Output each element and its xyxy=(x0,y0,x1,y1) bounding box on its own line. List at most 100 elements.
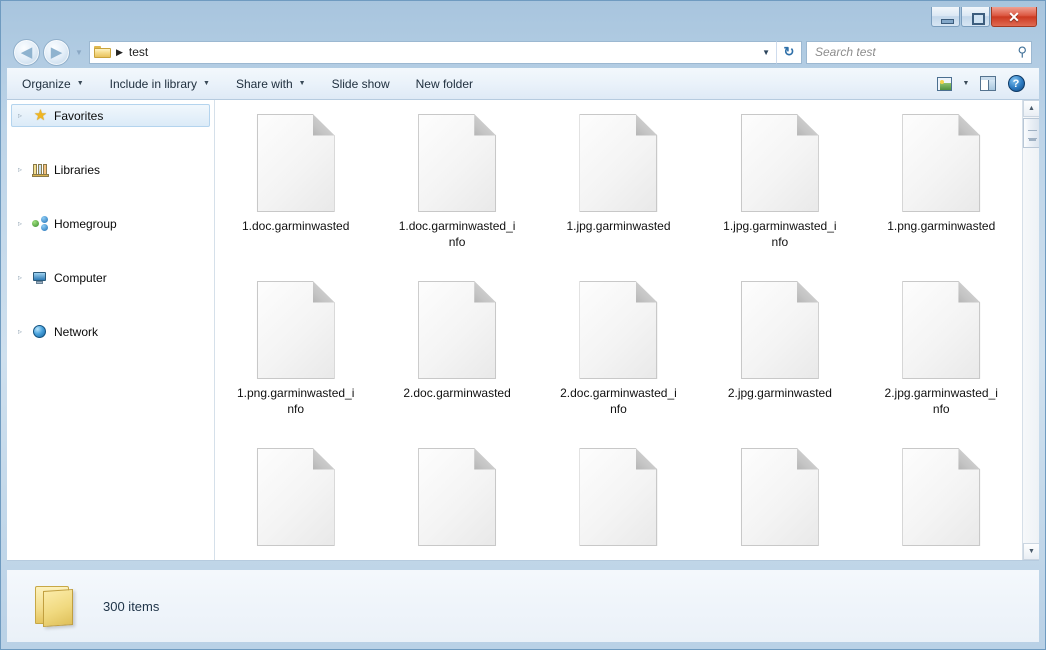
help-icon: ? xyxy=(1008,75,1025,92)
file-name-label: 1.doc.garminwasted xyxy=(237,218,355,234)
file-item[interactable]: 2.doc.garminwasted_info xyxy=(538,281,699,448)
forward-button[interactable]: ▶ xyxy=(43,39,70,66)
file-item[interactable] xyxy=(376,448,537,560)
scrollbar-thumb[interactable] xyxy=(1023,118,1039,148)
document-icon xyxy=(902,114,980,212)
document-icon xyxy=(418,281,496,379)
file-item[interactable]: 1.doc.garminwasted xyxy=(215,114,376,281)
toolbar-right-group: ▼ ? xyxy=(931,73,1039,95)
breadcrumb-separator-icon[interactable]: ▶ xyxy=(116,48,123,57)
file-name-label: 2.doc.garminwasted xyxy=(398,385,516,401)
sidebar-item-favorites[interactable]: ▹ ★ Favorites xyxy=(11,104,210,127)
help-button[interactable]: ? xyxy=(1003,73,1029,95)
document-icon xyxy=(741,114,819,212)
main-body: ▹ ★ Favorites ▹ Libraries ▹ Homegr xyxy=(7,100,1039,561)
toolbar-include-in-library-button[interactable]: Include in library ▼ xyxy=(99,72,221,96)
status-bar: 300 items xyxy=(7,570,1039,642)
title-bar: ✕ xyxy=(7,6,1039,34)
address-bar-row: ◀ ▶ ▼ ▶ test ▼ ↻ Search test ⚲ xyxy=(7,36,1039,68)
document-icon xyxy=(257,281,335,379)
file-item[interactable]: 2.jpg.garminwasted_info xyxy=(861,281,1022,448)
back-arrow-icon: ◀ xyxy=(14,40,39,65)
document-icon xyxy=(741,281,819,379)
chevron-down-icon[interactable]: ▼ xyxy=(762,42,770,63)
toolbar-new-folder-button[interactable]: New folder xyxy=(405,72,484,96)
file-item[interactable] xyxy=(699,448,860,560)
chevron-right-icon[interactable]: ▹ xyxy=(18,111,27,120)
chevron-down-icon: ▼ xyxy=(299,80,306,87)
file-name-label: 2.jpg.garminwasted xyxy=(721,385,839,401)
file-item[interactable]: 1.doc.garminwasted_info xyxy=(376,114,537,281)
search-box[interactable]: Search test ⚲ xyxy=(806,41,1032,64)
document-icon xyxy=(257,448,335,546)
toolbar-organize-button[interactable]: Organize ▼ xyxy=(11,72,95,96)
folder-icon xyxy=(94,45,111,59)
document-icon xyxy=(257,114,335,212)
computer-icon xyxy=(32,270,49,285)
chevron-right-icon[interactable]: ▹ xyxy=(18,273,27,282)
file-name-label: 1.jpg.garminwasted xyxy=(559,218,677,234)
file-item[interactable]: 1.jpg.garminwasted xyxy=(538,114,699,281)
forward-arrow-icon: ▶ xyxy=(44,40,69,65)
back-button[interactable]: ◀ xyxy=(13,39,40,66)
sidebar-item-label: Homegroup xyxy=(54,217,117,231)
vertical-scrollbar[interactable]: ▲ ▼ xyxy=(1022,100,1039,560)
search-input[interactable]: Search test xyxy=(815,45,1017,59)
item-count-label: 300 items xyxy=(103,599,159,614)
file-item[interactable]: 2.doc.garminwasted xyxy=(376,281,537,448)
star-icon: ★ xyxy=(32,108,49,123)
close-button[interactable]: ✕ xyxy=(991,7,1037,27)
sidebar-item-computer[interactable]: ▹ Computer xyxy=(11,266,210,289)
sidebar-item-label: Computer xyxy=(54,271,107,285)
change-view-dropdown[interactable]: ▼ xyxy=(959,73,973,95)
document-icon xyxy=(418,448,496,546)
breadcrumb-path[interactable]: test xyxy=(129,45,148,59)
change-view-icon xyxy=(937,77,952,91)
file-item[interactable]: 1.jpg.garminwasted_info xyxy=(699,114,860,281)
file-item[interactable]: 1.png.garminwasted_info xyxy=(215,281,376,448)
homegroup-icon xyxy=(32,216,49,231)
file-item[interactable] xyxy=(538,448,699,560)
search-icon: ⚲ xyxy=(1017,44,1027,60)
libraries-icon xyxy=(32,162,49,177)
chevron-right-icon[interactable]: ▹ xyxy=(18,219,27,228)
sidebar-item-label: Favorites xyxy=(54,109,103,123)
sidebar-item-network[interactable]: ▹ Network xyxy=(11,320,210,343)
chevron-right-icon[interactable]: ▹ xyxy=(18,165,27,174)
toolbar-item-label: Organize xyxy=(22,77,71,91)
document-icon xyxy=(579,114,657,212)
change-view-button[interactable] xyxy=(931,73,957,95)
document-icon xyxy=(902,281,980,379)
sidebar-item-libraries[interactable]: ▹ Libraries xyxy=(11,158,210,181)
scroll-up-button[interactable]: ▲ xyxy=(1023,100,1039,117)
file-name-label: 2.jpg.garminwasted_info xyxy=(882,385,1000,417)
toolbar-item-label: Slide show xyxy=(332,77,390,91)
file-list-pane[interactable]: 1.doc.garminwasted 1.doc.garminwasted_inf… xyxy=(215,100,1039,560)
recent-pages-dropdown[interactable]: ▼ xyxy=(72,48,86,57)
minimize-button[interactable] xyxy=(931,7,960,27)
file-name-label: 1.jpg.garminwasted_info xyxy=(721,218,839,250)
toolbar-item-label: Include in library xyxy=(110,77,197,91)
maximize-button[interactable] xyxy=(961,7,990,27)
window-controls: ✕ xyxy=(931,7,1037,27)
toolbar-slide-show-button[interactable]: Slide show xyxy=(321,72,401,96)
toolbar-share-with-button[interactable]: Share with ▼ xyxy=(225,72,317,96)
chevron-right-icon[interactable]: ▹ xyxy=(18,327,27,336)
file-name-label: 1.png.garminwasted_info xyxy=(237,385,355,417)
file-item[interactable]: 2.jpg.garminwasted xyxy=(699,281,860,448)
file-item[interactable]: 1.png.garminwasted xyxy=(861,114,1022,281)
toolbar: Organize ▼ Include in library ▼ Share wi… xyxy=(7,68,1039,100)
close-icon: ✕ xyxy=(992,8,1036,26)
file-item[interactable] xyxy=(861,448,1022,560)
sidebar-item-homegroup[interactable]: ▹ Homegroup xyxy=(11,212,210,235)
preview-pane-button[interactable] xyxy=(975,73,1001,95)
document-icon xyxy=(418,114,496,212)
toolbar-item-label: Share with xyxy=(236,77,293,91)
file-item[interactable] xyxy=(215,448,376,560)
address-bar[interactable]: ▶ test ▼ xyxy=(89,41,776,64)
chevron-down-icon: ▼ xyxy=(203,80,210,87)
scroll-down-button[interactable]: ▼ xyxy=(1023,543,1039,560)
file-name-label: 2.doc.garminwasted_info xyxy=(559,385,677,417)
refresh-button[interactable]: ↻ xyxy=(776,41,802,64)
explorer-window: ✕ ◀ ▶ ▼ ▶ test ▼ ↻ Search t xyxy=(0,0,1046,650)
